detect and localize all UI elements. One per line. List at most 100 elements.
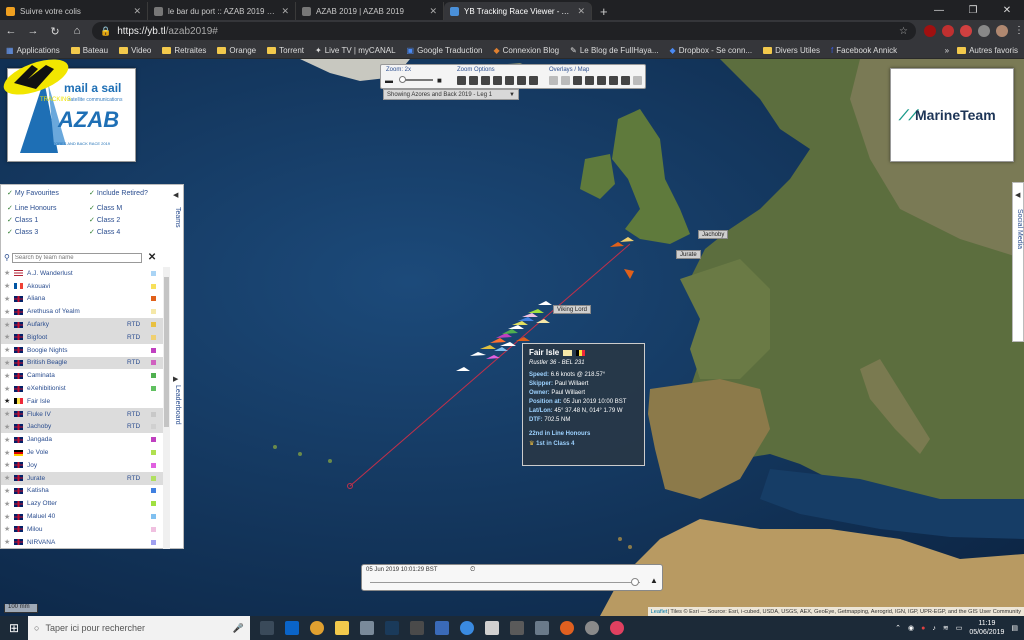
boat-label-jachoby[interactable]: Jachoby xyxy=(698,230,729,239)
firefox-icon[interactable] xyxy=(560,621,574,635)
bookmark-link[interactable]: ✦ Live TV | myCANAL xyxy=(315,46,396,55)
windows-start-icon[interactable]: ⊞ xyxy=(0,616,28,640)
team-row[interactable]: ★ A.J. Wanderlust xyxy=(1,267,163,280)
favourite-star-icon[interactable]: ★ xyxy=(4,308,12,316)
bookmark-link[interactable]: ✎ Le Blog de FullHaya... xyxy=(570,46,658,55)
bookmark-folder[interactable]: Orange xyxy=(217,46,256,55)
leaderboard-tab[interactable]: ▶ Leaderboard xyxy=(172,375,182,465)
layers-icon[interactable] xyxy=(561,76,570,85)
extension-icon[interactable] xyxy=(960,25,972,37)
bookmark-folder[interactable]: Divers Utiles xyxy=(763,46,820,55)
app-icon[interactable] xyxy=(510,621,524,635)
favourite-star-icon[interactable]: ★ xyxy=(4,410,12,418)
zoom-in-button[interactable]: ■ xyxy=(437,76,442,85)
favourite-star-icon[interactable]: ★ xyxy=(4,474,12,482)
filter-class-m[interactable]: ✓ Class M xyxy=(89,204,122,212)
team-row[interactable]: ★ Katisha xyxy=(1,485,163,498)
social-media-tab[interactable]: ◀ Social Media xyxy=(1012,182,1024,342)
clear-search-icon[interactable]: ✕ xyxy=(148,252,156,263)
globe-icon[interactable] xyxy=(621,76,630,85)
favourite-star-icon[interactable]: ★ xyxy=(4,372,12,380)
forward-icon[interactable]: → xyxy=(26,25,40,37)
timeline-track[interactable] xyxy=(370,582,640,583)
favourite-star-icon[interactable]: ★ xyxy=(4,295,12,303)
filter-class-4[interactable]: ✓ Class 4 xyxy=(89,228,120,236)
app-icon[interactable] xyxy=(460,621,474,635)
flag-icon[interactable] xyxy=(457,76,466,85)
team-row[interactable]: ★ Caminata xyxy=(1,369,163,382)
filter-include-retired[interactable]: ✓ Include Retired? xyxy=(89,189,148,197)
leaflet-link[interactable]: Leaflet xyxy=(651,609,668,615)
team-row[interactable]: ★ Aufarky RTD xyxy=(1,318,163,331)
minimize-icon[interactable]: — xyxy=(922,0,956,20)
extension-icon[interactable] xyxy=(978,25,990,37)
boat-icon[interactable] xyxy=(505,76,514,85)
bookmark-link[interactable]: ▣ Google Traduction xyxy=(407,46,483,55)
bookmark-link[interactable]: f Facebook Annick xyxy=(831,46,897,55)
browser-tab[interactable]: AZAB 2019 | AZAB 2019 ✕ xyxy=(296,2,444,20)
browser-tab-active[interactable]: YB Tracking Race Viewer - Azores ✕ xyxy=(444,2,592,20)
browser-tab[interactable]: Suivre votre colis ✕ xyxy=(0,2,148,20)
outlook-icon[interactable] xyxy=(285,621,299,635)
task-view-icon[interactable] xyxy=(260,621,274,635)
app-icon[interactable] xyxy=(585,621,599,635)
favourite-star-icon[interactable]: ★ xyxy=(4,436,12,444)
favourite-star-icon[interactable]: ★ xyxy=(4,500,12,508)
team-row[interactable]: ★ Joy xyxy=(1,459,163,472)
app-icon[interactable] xyxy=(410,621,424,635)
network-icon[interactable]: ◉ xyxy=(908,624,914,632)
team-row[interactable]: ★ British Beagle RTD xyxy=(1,356,163,370)
close-icon[interactable]: ✕ xyxy=(281,6,289,17)
volume-icon[interactable]: ♪ xyxy=(932,625,936,632)
favourite-star-icon[interactable]: ★ xyxy=(4,423,12,431)
bookmark-apps[interactable]: ▦ Applications xyxy=(6,46,60,55)
favourite-star-icon[interactable]: ★ xyxy=(4,513,12,521)
team-row[interactable]: ★ eXehibitionist xyxy=(1,382,163,395)
boat-label-viking-lord[interactable]: Viking Lord xyxy=(553,305,591,314)
team-row[interactable]: ★ Milou xyxy=(1,523,163,536)
expand-timeline-icon[interactable]: ▲ xyxy=(650,576,658,585)
bookmark-star-icon[interactable]: ☆ xyxy=(899,26,908,37)
close-icon[interactable]: ✕ xyxy=(577,6,585,17)
team-row[interactable]: ★ Je Vole xyxy=(1,446,163,459)
close-window-icon[interactable]: ✕ xyxy=(990,0,1024,20)
keyboard-icon[interactable]: ▭ xyxy=(956,624,963,632)
team-row[interactable]: ★ Akouavi xyxy=(1,280,163,293)
team-row[interactable]: ★ Fair Isle xyxy=(1,395,163,408)
binoculars-icon[interactable] xyxy=(493,76,502,85)
zoom-slider-handle[interactable] xyxy=(399,76,406,83)
system-clock[interactable]: 11:19 05/06/2019 xyxy=(969,619,1004,637)
boat-label-jurate[interactable]: Jurate xyxy=(676,250,701,259)
app-icon[interactable] xyxy=(360,621,374,635)
favourite-star-icon[interactable]: ★ xyxy=(4,525,12,533)
favourite-star-icon[interactable]: ★ xyxy=(4,397,12,405)
extension-icon[interactable] xyxy=(942,25,954,37)
favourite-star-icon[interactable]: ★ xyxy=(4,538,12,546)
bookmark-folder[interactable]: Bateau xyxy=(70,46,108,55)
chrome-icon[interactable] xyxy=(310,621,324,635)
bookmark-link[interactable]: ◆ Connexion Blog xyxy=(493,46,559,55)
bookmark-folder-other[interactable]: Autres favoris xyxy=(957,46,1018,55)
filter-class-1[interactable]: ✓ Class 1 xyxy=(7,216,38,224)
clock-icon[interactable]: ⏲ xyxy=(470,566,475,574)
home-icon[interactable]: ⌂ xyxy=(70,25,84,37)
itunes-icon[interactable] xyxy=(610,621,624,635)
bookmark-link[interactable]: ◆ Dropbox - Se conn... xyxy=(670,46,753,55)
back-icon[interactable]: ← xyxy=(4,25,18,37)
scrollbar-thumb[interactable] xyxy=(164,277,169,427)
favourite-star-icon[interactable]: ★ xyxy=(4,333,12,341)
team-search-input[interactable] xyxy=(11,252,142,263)
timeline-slider-handle[interactable] xyxy=(630,578,639,586)
anchor-icon[interactable] xyxy=(573,76,582,85)
expand-icon[interactable] xyxy=(481,76,490,85)
square-icon[interactable] xyxy=(633,76,642,85)
more-bookmarks-button[interactable]: » xyxy=(945,46,949,55)
visio-icon[interactable] xyxy=(435,621,449,635)
team-row[interactable]: ★ Boogie Nights xyxy=(1,344,163,357)
taskbar-search[interactable]: ○ Taper ici pour rechercher 🎤 xyxy=(28,616,250,640)
filter-line-honours[interactable]: ✓ Line Honours xyxy=(7,204,57,212)
leg-selector[interactable]: Showing Azores and Back 2019 - Leg 1 ▼ xyxy=(383,89,519,100)
reload-icon[interactable]: ↻ xyxy=(48,25,62,38)
team-row[interactable]: ★ Arethusa of Yealm xyxy=(1,305,163,318)
race-map[interactable]: Viking Lord Jachoby Jurate mail a sail s… xyxy=(0,59,1024,616)
